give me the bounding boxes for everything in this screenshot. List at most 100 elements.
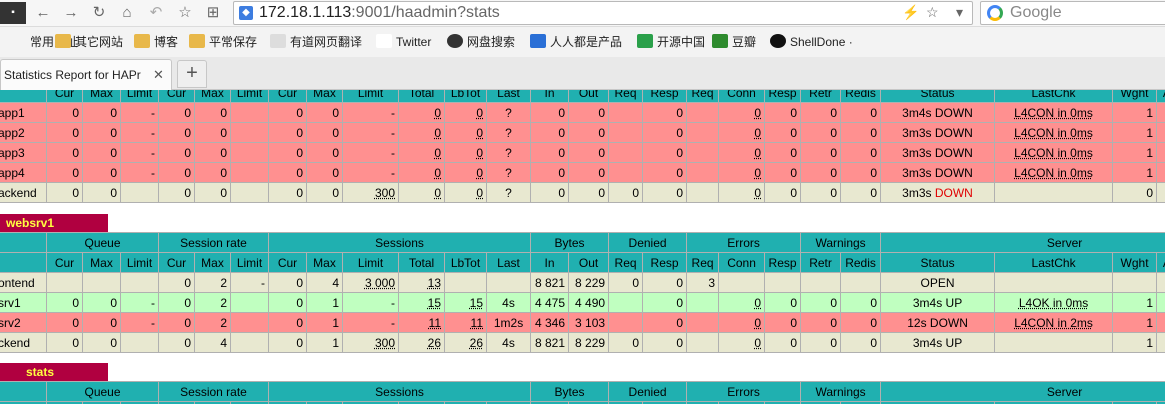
star-icon[interactable]: ☆	[174, 2, 196, 24]
cell-q-cur: 0	[46, 162, 83, 183]
cell-value: ?	[505, 165, 512, 180]
row-name[interactable]: app3	[0, 142, 47, 163]
bookmark-label: 网盘搜索	[467, 35, 516, 49]
cell-last: ?	[486, 142, 531, 163]
column-header: Max	[306, 90, 343, 103]
proxy-title-websrv1[interactable]: websrv1	[0, 214, 108, 233]
cell-value: 0	[220, 145, 227, 160]
bookmark-item[interactable]: 网盘搜索	[447, 33, 515, 51]
bookmark-item[interactable]: 其它网站	[55, 33, 123, 51]
bookmark-star-icon[interactable]: ☆	[926, 4, 939, 21]
row-name[interactable]: srv2	[0, 312, 47, 333]
cell-act: Y	[1156, 312, 1165, 333]
cell-value[interactable]: 0	[434, 186, 441, 200]
cell-value[interactable]: L4CON in 0ms	[1014, 146, 1093, 160]
cell-lastchk	[994, 182, 1113, 203]
cell-q-cur: 0	[46, 332, 83, 353]
cell-value[interactable]: 0	[434, 126, 441, 140]
cell-total: 26	[398, 332, 446, 353]
column-header: Redis	[840, 252, 882, 273]
cell-r-lim	[229, 312, 270, 333]
cell-value: 0	[830, 295, 838, 310]
cell-value: 0	[184, 335, 191, 350]
header-spacer	[0, 381, 47, 402]
bookmark-item[interactable]: 平常保存	[189, 33, 257, 51]
cell-value[interactable]: 13	[428, 276, 441, 290]
cell-act: Y	[1156, 142, 1165, 163]
cell-value: 0	[72, 315, 79, 330]
reload-icon[interactable]: ↻	[88, 2, 110, 24]
home-icon[interactable]: ⌂	[116, 2, 138, 24]
cell-value[interactable]: 26	[428, 336, 441, 350]
cell-r-lim	[230, 142, 269, 163]
bookmark-item[interactable]: Twitter	[376, 33, 431, 51]
cell-r-max: 2	[194, 292, 231, 313]
cell-value[interactable]: L4OK in 0ms	[1019, 296, 1088, 310]
cell-total: 0	[398, 162, 445, 183]
close-tab-icon[interactable]: ✕	[153, 67, 164, 83]
cell-wght: 1	[1112, 102, 1157, 123]
bookmark-item[interactable]: 人人都是产品	[530, 33, 622, 51]
cell-value: 0	[72, 335, 79, 350]
row-name[interactable]: app4	[0, 162, 47, 183]
new-tab-button[interactable]: +	[177, 60, 207, 88]
cell-e-resp: 0	[764, 292, 802, 313]
row-name[interactable]: app2	[0, 122, 47, 143]
cell-value[interactable]: L4CON in 0ms	[1014, 106, 1093, 120]
cell-d-req	[608, 312, 644, 333]
dropdown-icon[interactable]: ▾	[956, 4, 963, 21]
back-icon[interactable]: ←	[32, 2, 54, 24]
cell-total: 13	[398, 272, 446, 293]
cell-value[interactable]: L4CON in 2ms	[1014, 316, 1093, 330]
cell-value: 0	[332, 145, 339, 160]
column-header: Limit	[342, 252, 400, 273]
cell-value[interactable]: L4CON in 0ms	[1014, 126, 1093, 140]
column-header: Max	[306, 252, 344, 273]
cell-wght	[1112, 272, 1158, 293]
row-name[interactable]: ckend	[0, 332, 47, 353]
column-header: Limit	[229, 252, 270, 273]
undo-icon[interactable]: ↶	[145, 2, 167, 24]
cell-lbtot: 0	[444, 182, 487, 203]
proxy-title-stats[interactable]: stats	[0, 363, 108, 382]
tab-title: Statistics Report for HAPr	[4, 68, 141, 82]
row-name[interactable]: srv1	[0, 292, 47, 313]
bookmark-item[interactable]: 博客	[134, 33, 178, 51]
row-name[interactable]: ontend	[0, 272, 47, 293]
cell-value[interactable]: 15	[428, 296, 441, 310]
cell-value[interactable]: 11	[429, 316, 441, 330]
cell-value[interactable]: 0	[434, 166, 441, 180]
forward-icon[interactable]: →	[60, 2, 82, 24]
navigation-bar: ▪ ← → ↻ ⌂ ↶ ☆ ⊞ ◆ 172.18.1.113:9001/haad…	[0, 0, 1165, 27]
bookmark-item[interactable]: 开源中国	[637, 33, 705, 51]
grid-icon[interactable]: ⊞	[202, 2, 224, 24]
cell-value: -	[391, 295, 396, 310]
cell-act: Y	[1156, 292, 1165, 313]
cell-value: 0	[184, 295, 191, 310]
lightning-icon[interactable]: ⚡	[902, 4, 919, 21]
row-name[interactable]: app1	[0, 102, 47, 123]
cell-lastchk: L4CON in 0ms	[994, 102, 1113, 123]
servers-table-websrv1: Queue Session rate Sessions Bytes Denied Erro…	[0, 232, 1165, 353]
cell-value[interactable]: 0	[434, 106, 441, 120]
bookmark-item[interactable]: 豆瓣	[712, 33, 756, 51]
cell-value: 0	[558, 105, 565, 120]
oschina-icon	[637, 34, 653, 48]
cell-value: 0	[110, 105, 117, 120]
logo-icon	[530, 34, 546, 48]
search-box[interactable]: Google	[980, 1, 1165, 25]
cell-value[interactable]: L4CON in 0ms	[1014, 166, 1093, 180]
cell-value[interactable]: 0	[434, 146, 441, 160]
bookmark-item[interactable]: ShellDone ·	[770, 33, 853, 51]
cell-value: 0	[598, 165, 605, 180]
row-name[interactable]: ackend	[0, 182, 47, 203]
active-tab[interactable]: Statistics Report for HAPr ✕	[0, 59, 172, 90]
cell-value: 0	[558, 145, 565, 160]
cell-out: 0	[568, 182, 609, 203]
bookmark-item[interactable]: 有道网页翻译	[270, 33, 362, 51]
address-bar[interactable]: ◆ 172.18.1.113:9001/haadmin?stats ⚡ ☆ ▾	[233, 1, 973, 25]
cell-e-req	[686, 122, 719, 143]
cell-total: 0	[398, 142, 445, 163]
group-header: Server	[880, 232, 1165, 253]
cell-value: -	[151, 105, 155, 120]
